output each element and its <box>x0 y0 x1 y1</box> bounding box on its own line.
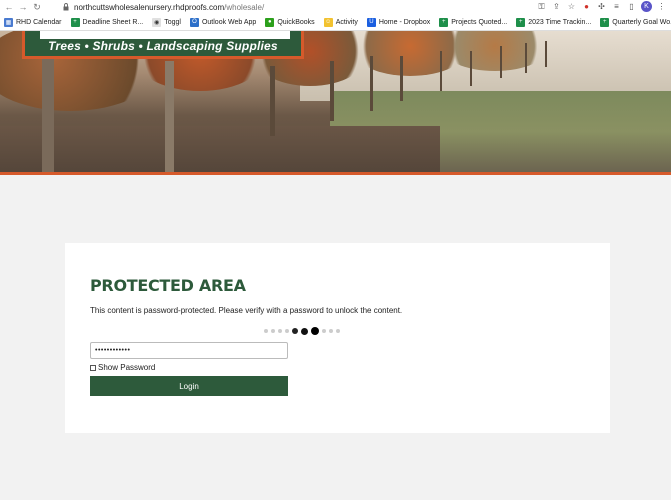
loading-indicator <box>264 327 340 335</box>
password-input[interactable]: •••••••••••• <box>90 342 288 359</box>
bookmark-label: QuickBooks <box>277 18 315 26</box>
lock-icon[interactable] <box>62 2 70 12</box>
hero-trunk <box>165 61 174 172</box>
bookmark-favicon-icon: ◉ <box>152 17 162 27</box>
bookmarks-bar: ▦ RHD Calendar + Deadline Sheet R... ◉ Toggl O… <box>0 14 671 31</box>
loading-dot <box>329 329 333 333</box>
bookmark-label: 2023 Time Trackin... <box>528 18 592 26</box>
pinterest-icon[interactable]: ● <box>581 1 592 12</box>
hero-trunk <box>330 61 334 121</box>
hero-divider <box>0 172 671 175</box>
toolbar-icons: ⚿ ⇪ ☆ ● ✣ ≡ ▯ K ⋮ <box>536 1 667 12</box>
bookmark-label: Home - Dropbox <box>378 18 431 26</box>
forward-icon[interactable]: → <box>18 2 28 12</box>
bookmark-item[interactable]: U Home - Dropbox <box>366 17 431 27</box>
hero-trunk <box>42 51 54 172</box>
key-icon[interactable]: ⚿ <box>536 1 547 12</box>
reading-list-icon[interactable]: ≡ <box>611 1 622 12</box>
profile-avatar[interactable]: K <box>641 1 652 12</box>
hero-trunk <box>440 51 442 91</box>
hero-trunk <box>525 43 527 73</box>
loading-dot <box>292 328 298 334</box>
bookmark-label: Outlook Web App <box>201 18 257 26</box>
back-icon[interactable]: ← <box>4 2 14 12</box>
bookmark-item[interactable]: + Deadline Sheet R... <box>70 17 144 27</box>
loading-dot <box>322 329 326 333</box>
star-icon[interactable]: ☆ <box>566 1 577 12</box>
show-password-label: Show Password <box>98 363 156 372</box>
extension-icon[interactable]: ✣ <box>596 1 607 12</box>
bookmark-item[interactable]: ▦ RHD Calendar <box>4 17 62 27</box>
hero-trunk <box>270 66 275 136</box>
show-password-checkbox[interactable] <box>90 364 96 371</box>
bookmark-label: Deadline Sheet R... <box>82 18 144 26</box>
reload-icon[interactable]: ↻ <box>32 2 42 12</box>
loading-dot <box>271 329 275 333</box>
login-button[interactable]: Login <box>90 376 288 396</box>
bookmark-favicon-icon: + <box>70 17 80 27</box>
bookmark-favicon-icon: + <box>600 17 610 27</box>
bookmark-label: Activity <box>335 18 358 26</box>
bookmark-favicon-icon: + <box>516 17 526 27</box>
page-title: PROTECTED AREA <box>90 276 246 295</box>
protected-area-card: PROTECTED AREA This content is password-… <box>65 243 610 433</box>
hero-trunk <box>470 51 472 86</box>
bookmark-favicon-icon: U <box>366 17 376 27</box>
bookmark-label: Toggl <box>164 18 181 26</box>
url-field[interactable]: northcuttswholesalenursery.rhdproofs.com… <box>74 3 264 12</box>
protected-description: This content is password-protected. Plea… <box>90 306 403 315</box>
bookmark-favicon-icon: ● <box>265 17 275 27</box>
url-path: /wholesale/ <box>224 2 265 12</box>
share-icon[interactable]: ⇪ <box>551 1 562 12</box>
bookmark-item[interactable]: ☺ Activity <box>323 17 358 27</box>
hero-ground <box>0 126 440 172</box>
site-logo[interactable]: Trees • Shrubs • Landscaping Supplies <box>22 31 304 59</box>
loading-dot <box>301 327 308 335</box>
hero-trunk <box>500 46 502 78</box>
bookmark-favicon-icon: ▦ <box>4 17 13 27</box>
bookmark-item[interactable]: + Projects Quoted... <box>439 17 508 27</box>
show-password-toggle[interactable]: Show Password <box>90 363 155 372</box>
menu-icon[interactable]: ⋮ <box>656 1 667 12</box>
bookmark-item[interactable]: ● QuickBooks <box>265 17 315 27</box>
hero-trunk <box>545 41 547 67</box>
sidebar-icon[interactable]: ▯ <box>626 1 637 12</box>
logo-panel <box>40 31 290 39</box>
url-host: northcuttswholesalenursery.rhdproofs.com <box>74 2 225 12</box>
loading-dot <box>264 329 268 333</box>
hero-trunk <box>400 56 403 101</box>
address-bar: ← → ↻ northcuttswholesalenursery.rhdproo… <box>0 0 671 14</box>
loading-dot <box>285 329 289 333</box>
loading-dot <box>336 329 340 333</box>
bookmark-item[interactable]: +2023 Time Trackin... <box>516 17 592 27</box>
bookmark-favicon-icon: O <box>189 17 199 27</box>
loading-dot <box>311 327 319 335</box>
hero-trunk <box>370 56 373 111</box>
loading-dot <box>278 329 282 333</box>
bookmark-favicon-icon: + <box>439 17 449 27</box>
bookmark-item[interactable]: O Outlook Web App <box>189 17 257 27</box>
bookmark-favicon-icon: ☺ <box>323 17 333 27</box>
site-tagline: Trees • Shrubs • Landscaping Supplies <box>48 39 278 53</box>
bookmark-item[interactable]: + Quarterly Goal Wo... <box>600 17 671 27</box>
bookmark-item[interactable]: ◉ Toggl <box>152 17 181 27</box>
bookmark-label: RHD Calendar <box>16 18 62 26</box>
bookmark-label: Projects Quoted... <box>451 18 508 26</box>
bookmark-label: Quarterly Goal Wo... <box>612 18 671 26</box>
